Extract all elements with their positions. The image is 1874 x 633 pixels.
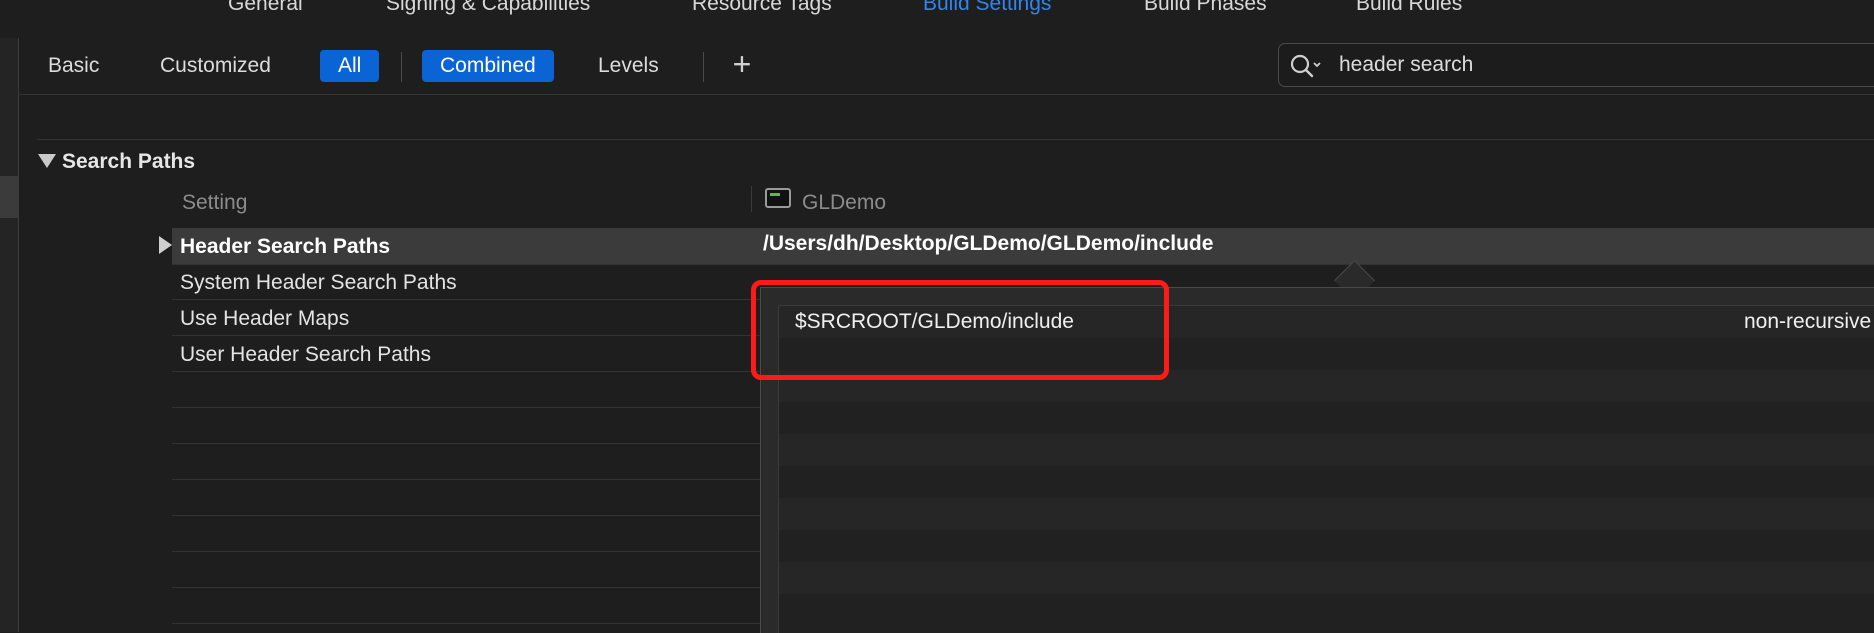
tab-build-phases[interactable]: Build Phases — [1144, 0, 1267, 16]
row-divider — [172, 371, 760, 372]
magnifying-glass-icon[interactable] — [1289, 53, 1323, 79]
list-item — [779, 530, 1874, 562]
filter-basic-button[interactable]: Basic — [48, 50, 99, 82]
tab-general[interactable]: General — [228, 0, 303, 16]
gutter-selection-marker — [0, 176, 18, 218]
list-item — [779, 594, 1874, 626]
row-divider — [172, 551, 760, 552]
list-item — [779, 434, 1874, 466]
row-divider — [172, 407, 760, 408]
search-field[interactable] — [1278, 43, 1874, 87]
tab-build-settings[interactable]: Build Settings — [923, 0, 1051, 16]
filter-all-button[interactable]: All — [320, 50, 380, 82]
list-item — [779, 498, 1874, 530]
row-divider — [172, 623, 760, 624]
column-header-setting: Setting — [182, 191, 248, 214]
setting-user-header-search-paths[interactable]: User Header Search Paths — [180, 343, 431, 367]
view-combined-button[interactable]: Combined — [422, 50, 554, 82]
row-divider — [172, 299, 760, 300]
tab-signing-capabilities[interactable]: Signing & Capabilities — [386, 0, 590, 16]
setting-system-header-search-paths[interactable]: System Header Search Paths — [180, 271, 457, 295]
row-divider — [172, 335, 760, 336]
filter-customized-button[interactable]: Customized — [160, 50, 271, 82]
disclosure-triangle-icon[interactable] — [38, 154, 56, 168]
list-item — [779, 562, 1874, 594]
setting-header-search-paths[interactable]: Header Search Paths — [180, 235, 390, 259]
tab-bar: General Signing & Capabilities Resource … — [0, 0, 1874, 39]
divider — [37, 139, 1874, 140]
add-setting-button[interactable]: + — [727, 46, 757, 84]
tab-build-rules[interactable]: Build Rules — [1356, 0, 1462, 16]
filter-divider — [703, 52, 704, 82]
row-divider — [172, 515, 760, 516]
row-divider — [172, 264, 1874, 265]
list-item — [779, 402, 1874, 434]
search-input[interactable] — [1339, 44, 1859, 86]
list-item — [779, 466, 1874, 498]
row-divider — [172, 587, 760, 588]
left-gutter — [0, 38, 19, 632]
tab-resource-tags[interactable]: Resource Tags — [692, 0, 832, 16]
path-recursion-mode[interactable]: non-recursive — [1744, 310, 1871, 334]
terminal-icon — [765, 188, 791, 208]
row-divider — [172, 443, 760, 444]
column-header-target: GLDemo — [802, 191, 887, 214]
header-search-paths-value[interactable]: /Users/dh/Desktop/GLDemo/GLDemo/include — [763, 232, 1213, 256]
disclosure-triangle-icon[interactable] — [159, 236, 172, 254]
setting-use-header-maps[interactable]: Use Header Maps — [180, 307, 349, 331]
section-title[interactable]: Search Paths — [62, 150, 195, 174]
highlight-annotation — [751, 280, 1169, 380]
view-levels-button[interactable]: Levels — [598, 50, 659, 82]
row-divider — [172, 479, 760, 480]
filter-divider — [401, 52, 402, 82]
column-divider — [751, 186, 752, 212]
